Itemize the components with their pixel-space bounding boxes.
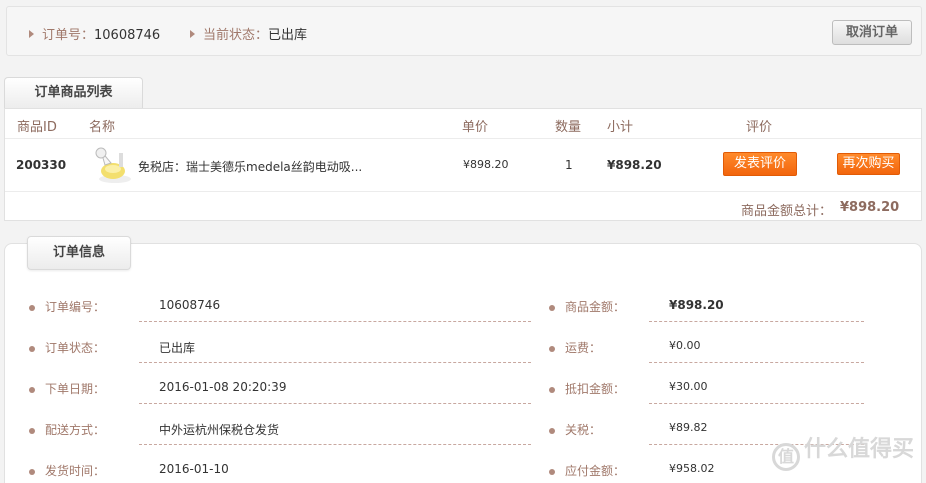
current-status-item: 当前状态：已出库 [190, 24, 307, 43]
info-label: 商品金额： [565, 300, 626, 314]
info-value: 中外运杭州保税仓发货 [159, 423, 280, 437]
watermark-logo-icon: 值 [771, 443, 800, 471]
dashed-divider [139, 444, 531, 445]
info-label: 下单日期： [45, 382, 106, 396]
bullet-dot-icon [29, 428, 35, 434]
write-review-button[interactable]: 发表评价 [723, 152, 797, 176]
order-number-label: 订单号： [42, 28, 95, 43]
site-watermark: 值什么值得买 [771, 431, 914, 471]
info-value: ¥89.82 [669, 421, 708, 434]
order-status-bar: 订单号：10608746 当前状态：已出库 取消订单 [6, 6, 922, 56]
bullet-dot-icon [549, 305, 555, 311]
bullet-dot-icon [549, 428, 555, 434]
info-value: ¥0.00 [669, 339, 701, 352]
buy-again-button[interactable]: 再次购买 [837, 153, 900, 175]
goods-table-header: 商品ID 名称 单价 数量 小计 评价 [5, 109, 921, 139]
product-subtotal: ¥898.20 [607, 158, 662, 172]
info-value: ¥898.20 [669, 298, 724, 312]
bullet-dot-icon [549, 346, 555, 352]
dashed-divider [649, 362, 864, 363]
goods-total-row: 商品金额总计： ¥898.20 [5, 193, 921, 221]
current-status-label: 当前状态： [203, 28, 269, 43]
col-header-unit-price: 单价 [462, 120, 489, 135]
col-header-qty: 数量 [555, 120, 582, 135]
product-unit-price: ¥898.20 [463, 158, 509, 171]
bullet-dot-icon [549, 387, 555, 393]
info-label: 配送方式： [45, 423, 106, 437]
info-row-shipping-method: 配送方式： 中外运杭州保税仓发货 [29, 416, 535, 457]
info-row-deduction: 抵扣金额： ¥30.00 [549, 375, 869, 416]
info-label: 关税： [565, 423, 602, 437]
goods-total-value: ¥898.20 [840, 200, 900, 215]
info-row-freight: 运费： ¥0.00 [549, 334, 869, 375]
order-goods-table: 商品ID 名称 单价 数量 小计 评价 200330 免税店：瑞士美德乐mede… [4, 108, 922, 221]
bullet-arrow-icon [29, 30, 34, 38]
dashed-divider [649, 403, 864, 404]
cancel-order-button[interactable]: 取消订单 [832, 20, 912, 45]
info-value: 2016-01-10 [159, 462, 229, 476]
info-row-order-no: 订单编号： 10608746 [29, 293, 535, 334]
dashed-divider [649, 321, 864, 322]
info-label: 运费： [565, 341, 602, 355]
info-value: ¥958.02 [669, 462, 715, 475]
col-header-subtotal: 小计 [607, 120, 634, 135]
bullet-dot-icon [29, 387, 35, 393]
bullet-dot-icon [29, 469, 35, 475]
dashed-divider [139, 321, 531, 322]
watermark-text: 什么值得买 [803, 437, 914, 462]
product-thumbnail[interactable] [91, 145, 133, 185]
info-label: 抵扣金额： [565, 382, 626, 396]
info-row-goods-amount: 商品金额： ¥898.20 [549, 293, 869, 334]
info-row-order-date: 下单日期： 2016-01-08 20:20:39 [29, 375, 535, 416]
product-name-link[interactable]: 免税店：瑞士美德乐medela丝韵电动吸... [138, 158, 362, 175]
goods-total-label: 商品金额总计： [741, 204, 833, 219]
col-header-name: 名称 [89, 120, 116, 135]
tab-order-info[interactable]: 订单信息 [27, 236, 131, 270]
dashed-divider [139, 403, 531, 404]
info-value: 2016-01-08 20:20:39 [159, 380, 287, 394]
bullet-dot-icon [549, 469, 555, 475]
table-row: 200330 免税店：瑞士美德乐medela丝韵电动吸... ¥898.20 1… [5, 140, 921, 192]
dashed-divider [139, 362, 531, 363]
info-label: 应付金额： [565, 464, 626, 478]
info-value: 10608746 [159, 298, 221, 312]
info-label: 订单状态： [45, 341, 106, 355]
order-number-value: 10608746 [94, 28, 161, 43]
info-value: ¥30.00 [669, 380, 708, 393]
bullet-dot-icon [29, 305, 35, 311]
info-label: 订单编号： [45, 300, 106, 314]
bullet-dot-icon [29, 346, 35, 352]
col-header-id: 商品ID [17, 120, 57, 135]
col-header-review: 评价 [746, 120, 773, 135]
info-label: 发货时间： [45, 464, 106, 478]
info-value: 已出库 [159, 341, 196, 355]
order-number-item: 订单号：10608746 [29, 24, 160, 43]
info-row-order-status: 订单状态： 已出库 [29, 334, 535, 375]
current-status-value: 已出库 [268, 28, 308, 43]
product-id: 200330 [16, 158, 67, 172]
info-row-ship-time: 发货时间： 2016-01-10 [29, 457, 535, 483]
product-qty: 1 [565, 158, 573, 172]
bullet-arrow-icon [190, 30, 195, 38]
tab-order-goods-list[interactable]: 订单商品列表 [4, 77, 143, 109]
